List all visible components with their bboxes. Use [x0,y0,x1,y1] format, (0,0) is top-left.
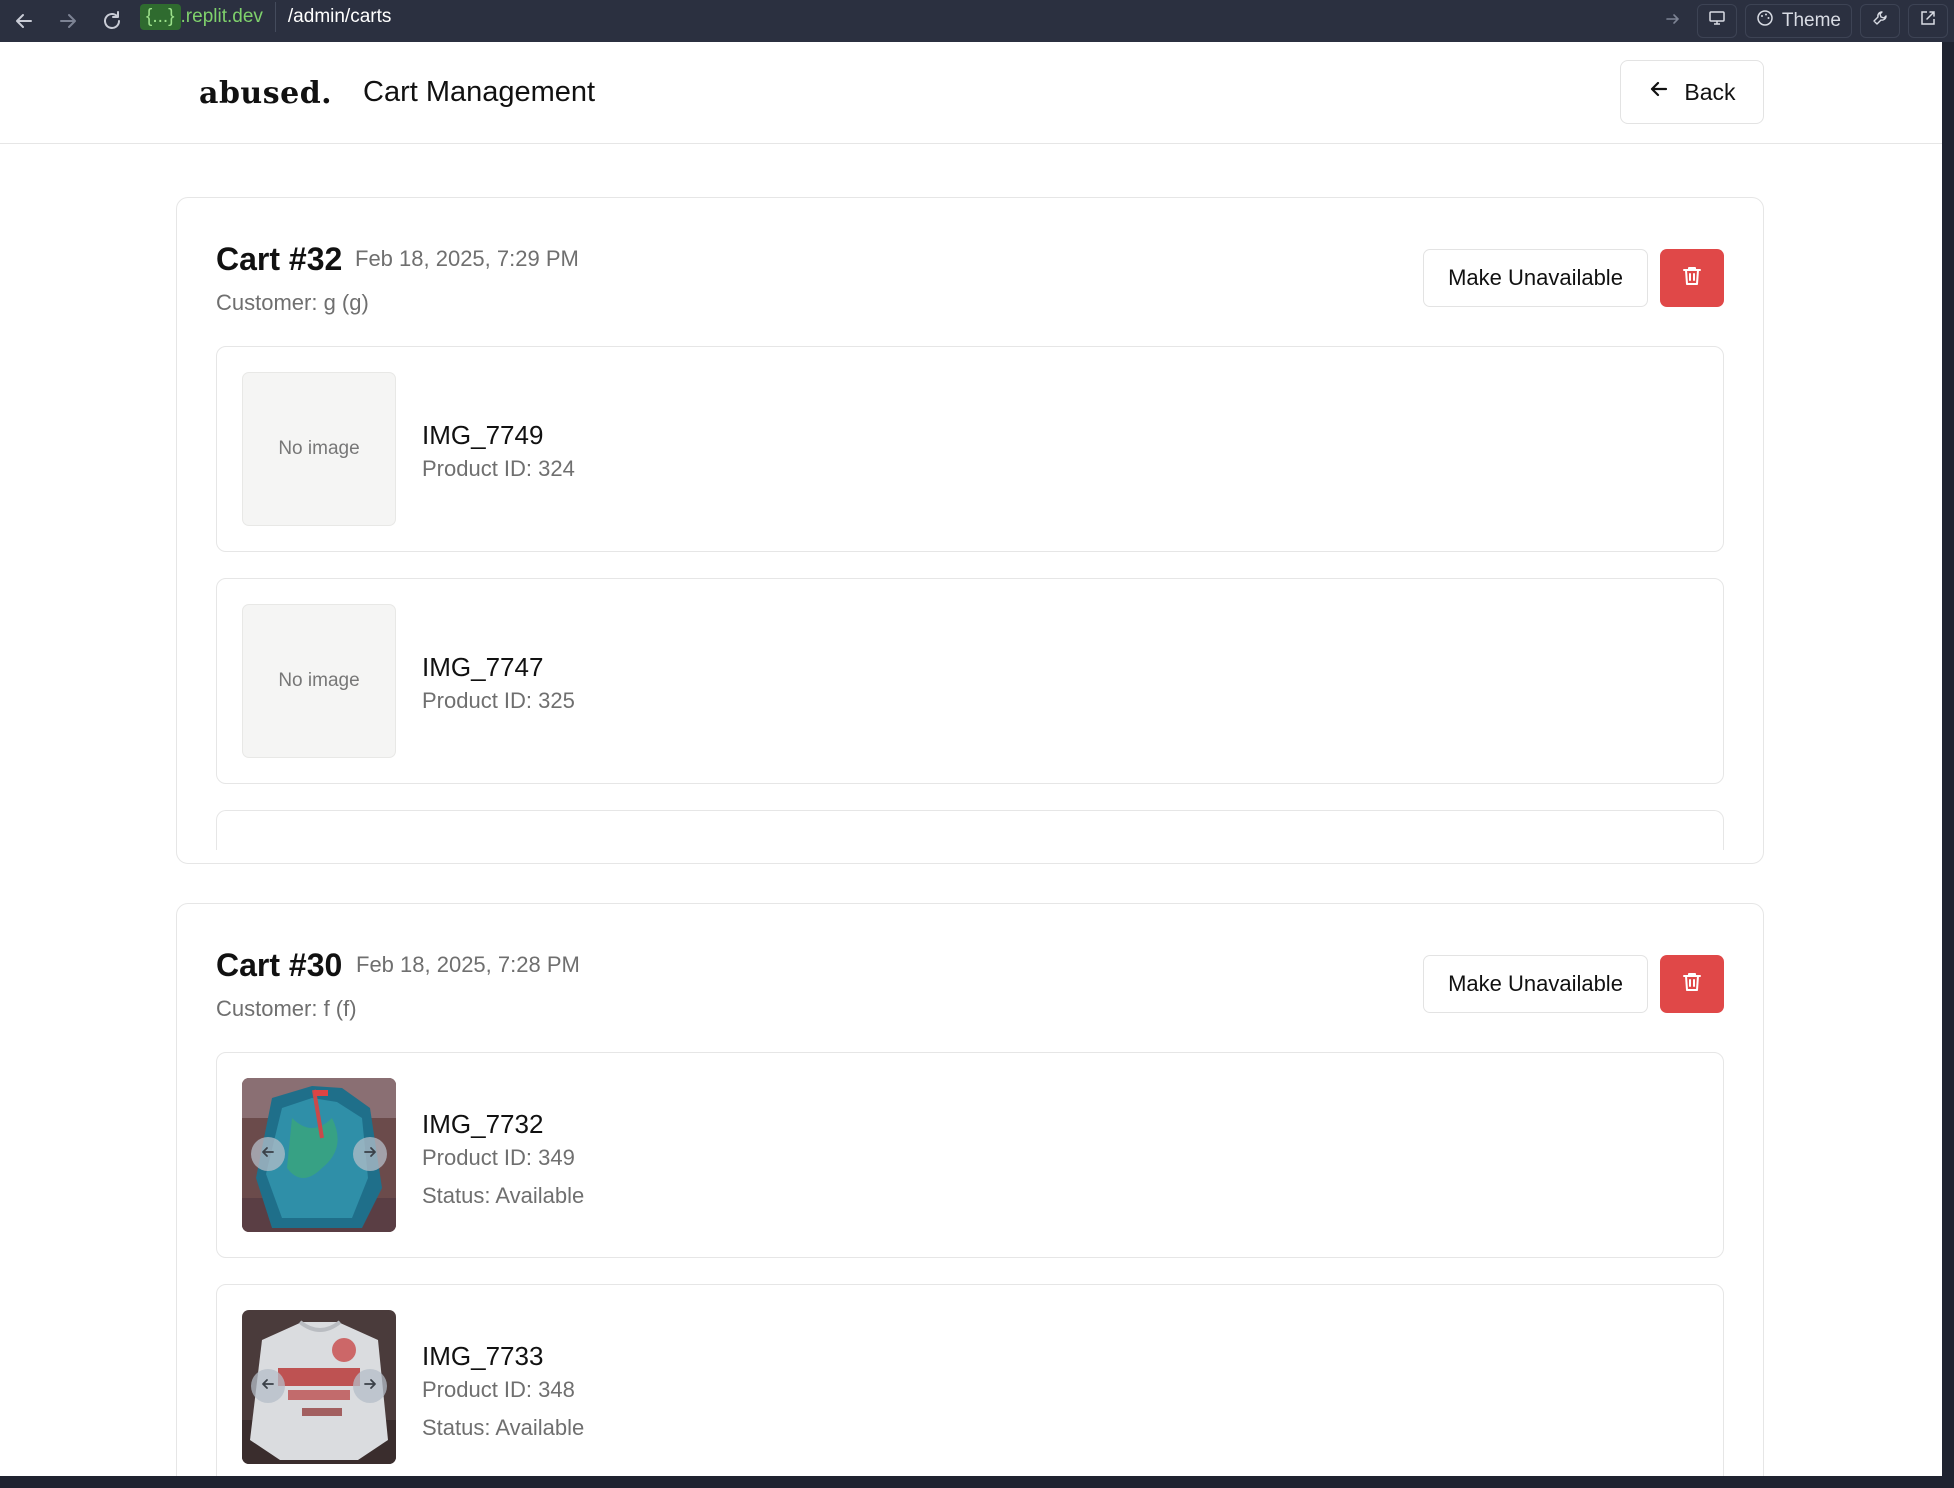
carousel-prev-button[interactable] [251,1369,285,1403]
item-product-id: Product ID: 325 [422,688,575,713]
window-bottom-edge [0,1476,1954,1488]
item-name: IMG_7732 [422,1109,544,1139]
app-header: abused. Cart Management Back [0,42,1942,144]
item-product-id: Product ID: 349 [422,1145,575,1170]
page-title: Cart Management [363,76,596,108]
no-image-placeholder: No image [242,604,396,758]
cart-date: Feb 18, 2025, 7:28 PM [356,952,580,977]
arrow-right-icon [361,1143,379,1166]
trash-icon [1680,970,1704,999]
make-unavailable-button[interactable]: Make Unavailable [1423,249,1648,307]
theme-button[interactable]: Theme [1744,4,1852,38]
delete-cart-button[interactable] [1660,249,1724,307]
wrench-icon [1871,9,1889,33]
carousel-next-button[interactable] [353,1369,387,1403]
make-unavailable-button[interactable]: Make Unavailable [1423,955,1648,1013]
arrow-left-icon [1648,78,1670,106]
theme-label: Theme [1781,10,1841,31]
cart-item: No image IMG_7749 Product ID: 324 [216,346,1724,552]
item-product-id: Product ID: 348 [422,1377,575,1402]
page-scrollbar[interactable] [1942,42,1954,1476]
url-path: /admin/carts [287,6,392,27]
cart-date: Feb 18, 2025, 7:29 PM [355,246,579,271]
cart-customer: Customer: g (g) [216,290,369,315]
address-divider [274,2,276,32]
back-button[interactable]: Back [1620,60,1764,124]
carousel-next-button[interactable] [353,1137,387,1171]
host-domain: .replit.dev [180,6,263,27]
arrow-left-icon [259,1143,277,1166]
cart-item: No image IMG_7747 Product ID: 325 [216,578,1724,784]
devtools-button[interactable] [1860,4,1900,38]
palette-icon [1756,9,1774,33]
item-name: IMG_7733 [422,1341,544,1371]
back-label: Back [1684,78,1736,105]
cart-title: Cart #30 [216,947,343,983]
app-viewport: abused. Cart Management Back Cart #32 Fe… [0,42,1942,1476]
product-photo-carousel [242,1078,396,1232]
browser-toolbar: {...} .replit.dev /admin/carts Theme [0,0,1954,42]
item-status: Status: Available [422,1183,585,1208]
trash-icon [1680,264,1704,293]
carousel-prev-button[interactable] [251,1137,285,1171]
open-new-tab-button[interactable] [1908,4,1948,38]
browser-actions: Theme [1665,0,1954,42]
reload-icon[interactable] [90,0,134,42]
arrow-left-icon [259,1375,277,1398]
item-status: Status: Available [422,1415,585,1440]
product-photo-carousel [242,1310,396,1464]
delete-cart-button[interactable] [1660,955,1724,1013]
cart-title: Cart #32 [216,241,343,277]
external-link-icon [1919,9,1937,33]
monitor-icon [1708,9,1726,33]
back-arrow-icon[interactable] [2,0,46,42]
item-name: IMG_7747 [422,652,544,682]
no-image-placeholder: No image [242,372,396,526]
device-preview-button[interactable] [1696,4,1737,38]
arrow-right-icon [361,1375,379,1398]
forward-arrow-icon[interactable] [46,0,90,42]
cart-item-partial [216,810,1724,850]
cart-item: IMG_7732 Product ID: 349 Status: Availab… [216,1052,1724,1258]
go-arrow-icon[interactable] [1665,11,1681,32]
address-bar[interactable]: {...} .replit.dev /admin/carts [140,2,391,32]
brand-logo[interactable]: abused. [199,76,332,111]
item-name: IMG_7749 [422,420,544,450]
cart-card: Cart #30 Feb 18, 2025, 7:28 PM Customer:… [176,903,1764,1476]
cart-card: Cart #32 Feb 18, 2025, 7:29 PM Customer:… [176,197,1764,864]
host-badge: {...} [140,4,181,30]
cart-item: IMG_7733 Product ID: 348 Status: Availab… [216,1284,1724,1476]
item-product-id: Product ID: 324 [422,456,575,481]
cart-customer: Customer: f (f) [216,996,357,1021]
